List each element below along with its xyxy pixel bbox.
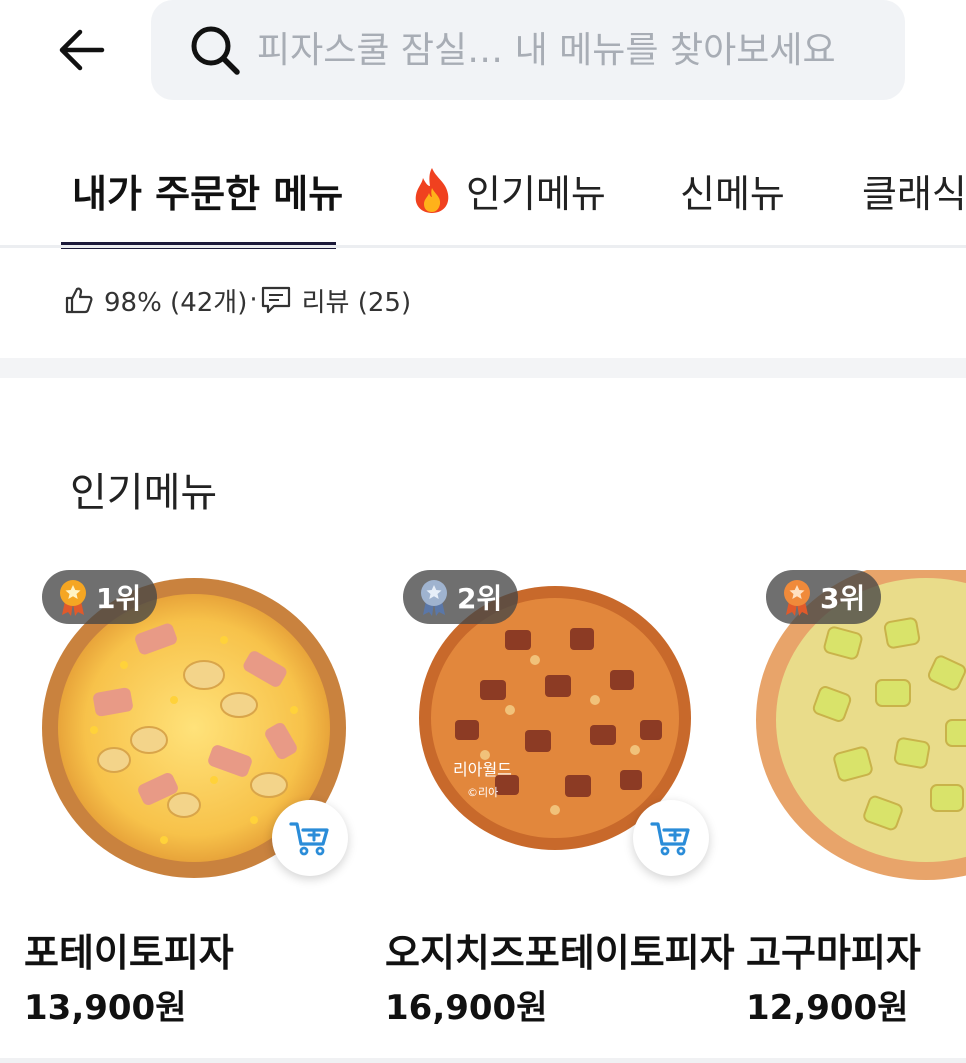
tab-label: 인기메뉴 xyxy=(466,171,606,216)
watermark-text: 리아월드 xyxy=(453,760,512,779)
like-percentage: 98% (42개) xyxy=(104,287,248,318)
tab-label: 신메뉴 xyxy=(680,171,785,216)
gold-medal-icon xyxy=(60,580,86,616)
menu-card[interactable]: 3위 고구마피자 12,900원 xyxy=(746,570,966,1030)
tab-my-orders[interactable]: 내가 주문한 메뉴 xyxy=(72,160,343,220)
menu-card[interactable]: 1위 포테이토피자 13,900원 xyxy=(24,570,364,1030)
add-to-cart-button[interactable] xyxy=(272,800,348,876)
menu-category-tabs: 내가 주문한 메뉴 인기메뉴 신메뉴 클래식 xyxy=(0,130,966,249)
thumbs-up-icon xyxy=(65,287,93,314)
add-to-cart-icon xyxy=(650,822,690,856)
rank-badge: 3위 xyxy=(766,570,882,624)
rank-badge: 2위 xyxy=(403,570,519,624)
tab-label: 내가 주문한 메뉴 xyxy=(72,171,344,216)
rank-label: 3위 xyxy=(820,582,866,615)
stat-separator: · xyxy=(249,285,258,315)
rank-label: 2위 xyxy=(457,582,503,615)
menu-card[interactable]: 리아월드 ©리아 2위 오지치즈포테이토피자 16,900원 xyxy=(385,570,735,1030)
search-input[interactable] xyxy=(257,29,905,71)
bronze-medal-icon xyxy=(784,580,810,616)
menu-item-name: 포테이토피자 xyxy=(24,931,234,975)
tab-popular[interactable]: 인기메뉴 xyxy=(410,160,606,220)
rank-badge: 1위 xyxy=(42,570,158,624)
watermark-subtext: ©리아 xyxy=(467,786,498,799)
tab-new-menu[interactable]: 신메뉴 xyxy=(680,160,785,220)
tab-label: 클래식 xyxy=(862,171,966,216)
menu-item-price: 13,900원 xyxy=(24,988,187,1028)
bottom-divider xyxy=(0,1058,966,1063)
review-count[interactable]: 리뷰 (25) xyxy=(302,282,411,319)
search-bar[interactable] xyxy=(151,0,905,100)
tab-divider xyxy=(0,245,966,248)
search-icon xyxy=(191,26,240,75)
tab-classic[interactable]: 클래식 xyxy=(862,160,966,220)
add-to-cart-button[interactable] xyxy=(633,800,709,876)
menu-item-name: 고구마피자 xyxy=(746,931,921,975)
add-to-cart-icon xyxy=(289,822,329,856)
comment-icon xyxy=(261,286,290,314)
menu-item-name: 오지치즈포테이토피자 xyxy=(385,931,735,975)
fire-icon xyxy=(415,168,449,213)
rating-summary: 98% (42개) · 리뷰 (25) xyxy=(64,280,411,320)
menu-item-price: 12,900원 xyxy=(746,988,909,1028)
menu-item-price: 16,900원 xyxy=(385,988,548,1028)
section-divider xyxy=(0,358,966,378)
popular-section-title: 인기메뉴 xyxy=(70,470,218,516)
rank-label: 1위 xyxy=(96,582,142,615)
back-button[interactable] xyxy=(52,22,112,78)
arrow-left-icon xyxy=(59,29,105,71)
silver-medal-icon xyxy=(421,580,447,616)
